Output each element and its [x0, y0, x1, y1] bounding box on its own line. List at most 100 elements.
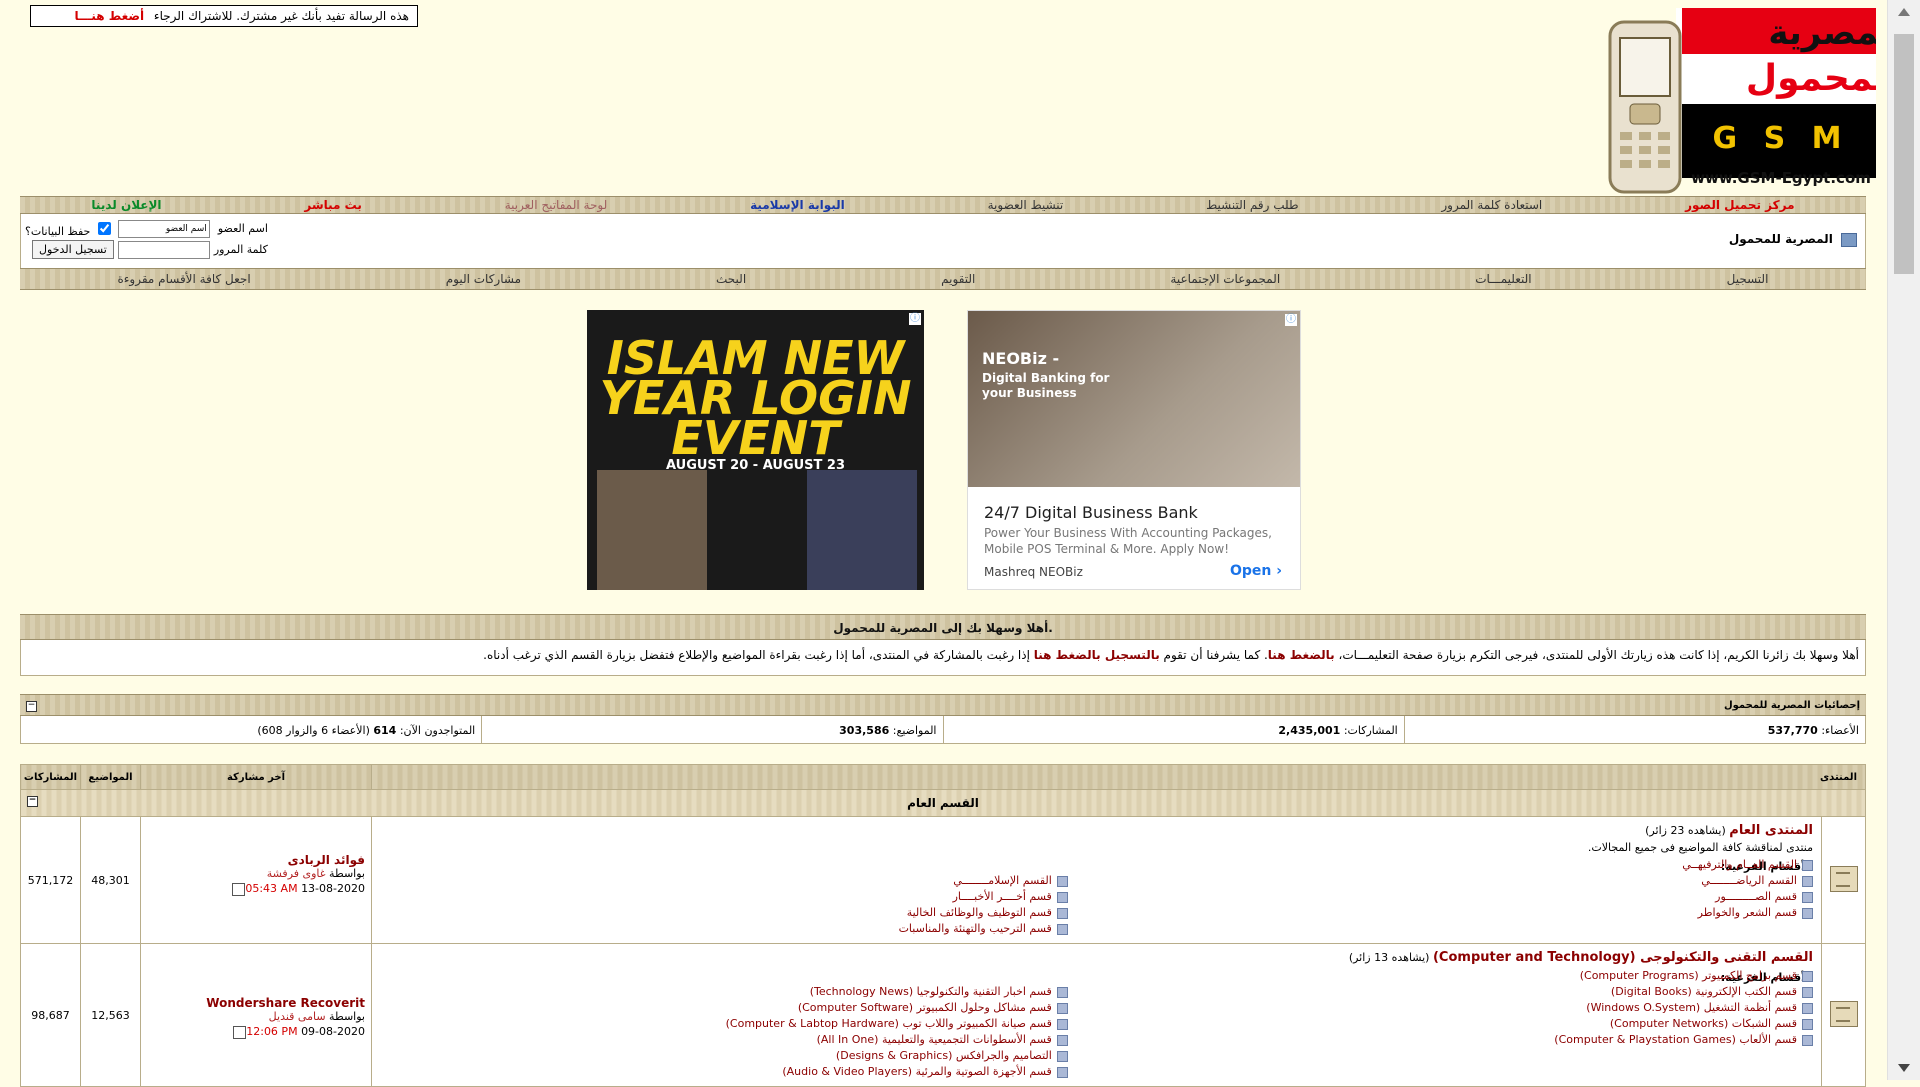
- login-submit-button[interactable]: تسجيل الدخول: [32, 240, 114, 259]
- last-post-time: 05:43 AM: [245, 882, 298, 895]
- logo-domain: www.GSM-Egypt.com: [1691, 169, 1871, 187]
- remember-me-checkbox[interactable]: [97, 222, 111, 235]
- nav-help[interactable]: التعليمـــات: [1475, 272, 1531, 286]
- subforum-link[interactable]: قسم الترحيب والتهنئة والمناسبات: [380, 921, 1068, 937]
- stat-online[interactable]: المتواجدون الآن: 614 (الأعضاء 6 والزوار …: [21, 716, 481, 743]
- ad-banner-digital-bank[interactable]: ⓘ NEOBiz - Digital Banking for your Busi…: [967, 310, 1301, 590]
- subforum-link[interactable]: قسم أخــــر الأخبــــار: [380, 889, 1068, 905]
- last-post-by-label: بواسطة: [329, 867, 365, 880]
- last-post-title[interactable]: Wondershare Recoverit: [147, 996, 365, 1010]
- subforum-link[interactable]: قسم اخبار التقنية والتكنولوجيا (Technolo…: [380, 984, 1068, 1000]
- go-to-last-post-icon[interactable]: [233, 1025, 247, 1039]
- last-post-user[interactable]: سامى قنديل: [269, 1010, 326, 1023]
- category-title[interactable]: القسم العام: [907, 796, 979, 810]
- stat-posts: المشاركات: 2,435,001: [942, 716, 1404, 743]
- nav-search[interactable]: البحث: [716, 272, 746, 286]
- forum-threads-count: 48,301: [80, 816, 141, 944]
- breadcrumb[interactable]: المصرية للمحمول: [1729, 232, 1857, 247]
- nav-image-upload-center[interactable]: مركز تحميل الصور: [1685, 198, 1794, 212]
- nav-advertise[interactable]: الإعلان لدينا: [91, 198, 161, 212]
- scroll-down-arrow-icon[interactable]: [1898, 1064, 1910, 1072]
- last-post-title[interactable]: فوائد الربادى: [147, 853, 365, 867]
- forum-title[interactable]: القسم التقنى والتكنولوجى (Computer and T…: [1433, 950, 1813, 965]
- ad-choices-icon[interactable]: ⓘ: [909, 313, 921, 325]
- forum-list-table: المشاركات المواضيع آخر مشاركة المنتدى − …: [20, 764, 1866, 1087]
- collapse-icon[interactable]: −: [27, 796, 38, 807]
- category-title-cell[interactable]: − القسم العام: [20, 789, 1866, 817]
- nav-todays-posts[interactable]: مشاركات اليوم: [446, 272, 521, 286]
- welcome-text-3: إذا رغبت بالمشاركة في المنتدى، أما إذا ر…: [483, 648, 1030, 662]
- ad2-image-title: NEOBiz -: [982, 349, 1060, 368]
- forum-viewers: (يشاهده 13 زائر): [1348, 951, 1430, 964]
- nav-social-groups[interactable]: المجموعات الإجتماعية: [1170, 272, 1280, 286]
- stat-posts-label: المشاركات:: [1343, 724, 1398, 737]
- username-input[interactable]: [117, 219, 210, 238]
- collapse-icon[interactable]: −: [26, 701, 37, 712]
- subforum-link[interactable]: قسم مشاكل وحلول الكمبيوتر (Computer Soft…: [380, 1000, 1068, 1016]
- subforum-link[interactable]: قسم الألعاب (Computer & Playstation Game…: [1125, 1032, 1813, 1048]
- go-to-last-post-icon[interactable]: [232, 882, 246, 896]
- nav-live-stream[interactable]: بث مباشر: [304, 198, 362, 212]
- ad2-headline[interactable]: 24/7 Digital Business Bank: [984, 503, 1198, 522]
- login-bar: المصرية للمحمول اسم العضو حفظ البيانات؟ …: [20, 214, 1866, 268]
- subforum-link[interactable]: التصاميم والجرافكس (Designs & Graphics): [380, 1048, 1068, 1064]
- breadcrumb-site-name[interactable]: المصرية للمحمول: [1729, 232, 1833, 246]
- subforum-link[interactable]: قسم الصـــــــــور: [1125, 889, 1813, 905]
- help-link[interactable]: بالضغط هنا: [1268, 648, 1335, 662]
- forum-posts-count: 98,687: [20, 943, 81, 1087]
- subforum-link[interactable]: قسم الأسطوانات التجميعية والتعليمية (All…: [380, 1032, 1068, 1048]
- password-input[interactable]: [117, 240, 210, 259]
- stat-members: الأعضاء: 537,770: [1403, 716, 1865, 743]
- scroll-up-arrow-icon[interactable]: [1898, 8, 1910, 16]
- site-logo[interactable]: المصرية للمحمول G S M www.GSM-Egypt.com: [1606, 8, 1876, 196]
- category-row[interactable]: − القسم العام: [20, 789, 1866, 817]
- stat-members-value: 537,770: [1767, 724, 1818, 737]
- statistics-title: إحصائيات المصرية للمحمول: [1723, 700, 1860, 711]
- forum-title[interactable]: المنتدى العام: [1729, 823, 1813, 838]
- stat-threads-label: المواضيع:: [892, 724, 937, 737]
- subforum-link[interactable]: القسم العــام والترفيهــي: [1125, 857, 1813, 873]
- last-post-date: 13-08-2020: [301, 882, 365, 895]
- ad-banner-game-event[interactable]: ⓘ ISLAM NEW YEAR LOGIN EVENT AUGUST 20 -…: [587, 310, 924, 590]
- subforum-link[interactable]: قسم الشعر والخواطر: [1125, 905, 1813, 921]
- nav-activate-membership[interactable]: تنشيط العضوية: [988, 198, 1064, 212]
- subforum-link[interactable]: قسم صيانة الكمبيوتر واللاب توب (Computer…: [380, 1016, 1068, 1032]
- subforum-link[interactable]: القسم الإسلامــــــــي: [380, 873, 1068, 889]
- header-forum: المنتدى: [371, 764, 1866, 790]
- nav-recover-password[interactable]: استعادة كلمة المرور: [1441, 198, 1542, 212]
- forum-last-post: Wondershare Recoverit بواسطة سامى قنديل …: [140, 943, 372, 1087]
- stat-members-label: الأعضاء:: [1821, 724, 1859, 737]
- ad1-title: ISLAM NEW YEAR LOGIN EVENT: [599, 331, 912, 465]
- stat-online-value: 614: [373, 724, 397, 737]
- last-post-user[interactable]: غاوى فرفشة: [267, 867, 326, 880]
- subforum-link[interactable]: قسم الكتب الإلكترونية (Digital Books): [1125, 984, 1813, 1000]
- statistics-header: إحصائيات المصرية للمحمول −: [20, 694, 1866, 716]
- subforum-link[interactable]: قسم الشبكات (Computer Networks): [1125, 1016, 1813, 1032]
- subforum-link[interactable]: قسم التوظيف والوظائف الخالية: [380, 905, 1068, 921]
- nav-islamic-portal[interactable]: البوابة الإسلامية: [750, 198, 845, 212]
- scroll-thumb[interactable]: [1894, 34, 1914, 274]
- ad2-open-label: Open: [1229, 563, 1272, 579]
- forum-status-icon: [1829, 865, 1858, 892]
- statistics-row: الأعضاء: 537,770 المشاركات: 2,435,001 ال…: [20, 716, 1866, 744]
- subforum-link[interactable]: قسم برامج الكمبيوتر (Computer Programs): [1125, 968, 1813, 984]
- subforum-link[interactable]: قسم الأجهزة الصوتية والمرئية (Audio & Vi…: [380, 1064, 1068, 1080]
- subforum-link[interactable]: قسم أنظمة التشغيل (Windows O.System): [1125, 1000, 1813, 1016]
- forum-threads-count: 12,563: [80, 943, 141, 1087]
- nav-arabic-keyboard[interactable]: لوحة المفاتيح العربية: [505, 198, 608, 212]
- logo-gsm: G S M: [1713, 121, 1850, 156]
- ad-choices-icon[interactable]: ⓘ: [1285, 314, 1297, 326]
- nav-register[interactable]: التسجيل: [1727, 272, 1769, 286]
- subforum-link[interactable]: القسم الرياضــــــــي: [1125, 873, 1813, 889]
- welcome-text-1: أهلا وسهلا بك زائرنا الكريم، إذا كانت هذ…: [1338, 648, 1860, 662]
- chevron-right-icon: ›: [1276, 563, 1282, 579]
- vertical-scrollbar[interactable]: [1887, 0, 1920, 1080]
- nav-calendar[interactable]: التقويم: [941, 272, 975, 286]
- nav-request-activation[interactable]: طلب رقم التنشيط: [1206, 198, 1298, 212]
- forum-viewers: (يشاهده 23 زائر): [1645, 824, 1726, 837]
- register-link[interactable]: بالتسجيل بالضغط هنا: [1034, 648, 1160, 662]
- forum-info: القسم التقنى والتكنولوجى (Computer and T…: [371, 943, 1822, 1087]
- notice-subscribe-link[interactable]: أضغط هنـــا: [75, 9, 145, 23]
- ad2-open-button[interactable]: Open ›: [1230, 563, 1282, 579]
- nav-mark-forums-read[interactable]: اجعل كافة الأقسام مقروءة: [118, 272, 251, 286]
